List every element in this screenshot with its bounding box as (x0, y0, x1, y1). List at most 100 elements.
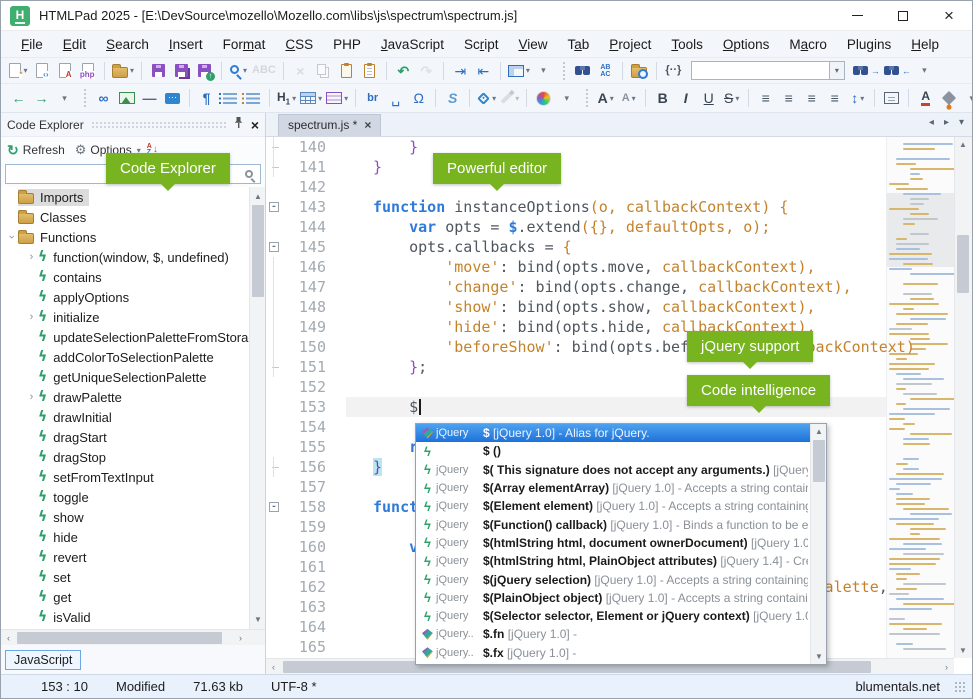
tree-item-toggle[interactable]: ϟtoggle (1, 487, 265, 507)
format-overflow-icon[interactable]: ▾ (960, 87, 973, 109)
find-next-icon[interactable]: → (851, 60, 882, 82)
chevron-down-icon[interactable]: › (6, 231, 18, 244)
language-badge[interactable]: JavaScript (5, 650, 81, 670)
undo-icon[interactable]: ↶ (392, 60, 415, 82)
insert-overflow-icon[interactable]: ▾ (555, 87, 578, 109)
autocomplete-item-11[interactable]: jQuery..$.fn [jQuery 1.0] - (416, 625, 810, 643)
dropdown-icon[interactable]: ▾ (130, 66, 134, 75)
scroll-right-icon[interactable]: › (233, 630, 248, 646)
search-combobox-icon[interactable]: ▾ (685, 60, 851, 82)
autocomplete-item-8[interactable]: ϟjQuery$(jQuery selection) [jQuery 1.0] … (416, 570, 810, 588)
autocomplete-item-7[interactable]: ϟjQuery$(htmlString html, PlainObject at… (416, 552, 810, 570)
fold-collapse-icon[interactable]: - (269, 502, 279, 512)
save-icon[interactable] (147, 60, 170, 82)
autocomplete-item-1[interactable]: ϟ$ () (416, 442, 810, 460)
align-center-icon[interactable]: ≡ (777, 87, 800, 109)
scroll-thumb[interactable] (813, 440, 825, 482)
insert-link-icon[interactable]: ∞ (92, 87, 115, 109)
menu-project[interactable]: Project (599, 34, 661, 55)
tree-item-drawpalette[interactable]: ›ϟdrawPalette (1, 387, 265, 407)
scroll-thumb[interactable] (252, 205, 264, 297)
menu-search[interactable]: Search (96, 34, 159, 55)
menu-format[interactable]: Format (213, 34, 276, 55)
tree-item-imports[interactable]: Imports (1, 187, 265, 207)
close-button[interactable]: × (926, 1, 972, 30)
color-picker-icon[interactable] (532, 87, 555, 109)
new-document-icon[interactable]: *▾ (7, 60, 30, 82)
insert-script-icon[interactable]: S (441, 87, 464, 109)
autocomplete-item-2[interactable]: ϟjQuery$( This signature does not accept… (416, 461, 810, 479)
minimap[interactable] (886, 137, 954, 658)
strikethrough-icon[interactable]: S▾ (720, 87, 743, 109)
tree-item-addcolortoselectionpalette[interactable]: ϟaddColorToSelectionPalette (1, 347, 265, 367)
navigate-forward-icon[interactable]: → (30, 87, 53, 109)
menu-php[interactable]: PHP (323, 34, 371, 55)
tree-item-updateselectionpalettefromstorag[interactable]: ϟupdateSelectionPaletteFromStorag (1, 327, 265, 347)
tree-item-set[interactable]: ϟset (1, 567, 265, 587)
tree-item-classes[interactable]: Classes (1, 207, 265, 227)
refresh-button[interactable]: ↻Refresh (7, 142, 65, 159)
toolbar-grip[interactable] (84, 89, 86, 107)
editor-vscrollbar[interactable]: ▲ ▼ (954, 137, 972, 658)
menu-macro[interactable]: Macro (779, 34, 837, 55)
dropdown-icon[interactable]: ▾ (344, 94, 348, 103)
tab-scroll-left-icon[interactable]: ◂ (929, 117, 934, 128)
font-color-icon[interactable]: A (914, 87, 937, 109)
find-dialog-icon[interactable] (571, 60, 594, 82)
insert-image-icon[interactable] (115, 87, 138, 109)
dropdown-icon[interactable]: ▾ (292, 94, 296, 103)
scroll-thumb[interactable] (957, 235, 969, 293)
tree-item-setfromtextinput[interactable]: ϟsetFromTextInput (1, 467, 265, 487)
insert-paragraph-icon[interactable]: ¶ (195, 87, 218, 109)
new-css-document-icon[interactable]: A (53, 60, 76, 82)
scroll-down-icon[interactable]: ▼ (811, 649, 827, 664)
insert-br-icon[interactable]: br (361, 87, 384, 109)
dropdown-icon[interactable]: ▾ (610, 94, 614, 103)
scroll-left-icon[interactable]: ‹ (266, 659, 281, 674)
tree-item-applyoptions[interactable]: ϟapplyOptions (1, 287, 265, 307)
panel-layout-icon[interactable]: ▾ (506, 60, 532, 82)
chevron-right-icon[interactable]: › (25, 391, 38, 403)
navigate-overflow-icon[interactable]: ▾ (53, 87, 76, 109)
bold-icon[interactable]: B (651, 87, 674, 109)
pin-icon[interactable] (233, 116, 244, 134)
italic-icon[interactable]: I (674, 87, 697, 109)
search-icon[interactable] (245, 170, 253, 178)
dropdown-icon[interactable]: ▾ (515, 94, 519, 103)
find-icon[interactable]: ▾ (227, 60, 250, 82)
tree-item-initialize[interactable]: ›ϟinitialize (1, 307, 265, 327)
chevron-right-icon[interactable]: › (25, 251, 38, 263)
search-overflow-icon[interactable]: ▾ (913, 60, 936, 82)
dropdown-icon[interactable]: ▾ (526, 66, 530, 75)
tree-item-function-window-undefined-[interactable]: ›ϟfunction(window, $, undefined) (1, 247, 265, 267)
tab-close-icon[interactable]: × (364, 119, 371, 131)
tree-item-show[interactable]: ϟshow (1, 507, 265, 527)
tree-item-getuniqueselectionpalette[interactable]: ϟgetUniqueSelectionPalette (1, 367, 265, 387)
dropdown-icon[interactable]: ▾ (243, 66, 247, 75)
chevron-right-icon[interactable]: › (25, 311, 38, 323)
menu-javascript[interactable]: JavaScript (371, 34, 454, 55)
tree-item-hide[interactable]: ϟhide (1, 527, 265, 547)
menu-script[interactable]: Script (454, 34, 509, 55)
insert-bullet-list-icon[interactable] (218, 87, 241, 109)
brand-link[interactable]: blumentals.net (855, 679, 940, 694)
align-justify-icon[interactable]: ≡ (823, 87, 846, 109)
align-right-icon[interactable]: ≡ (800, 87, 823, 109)
autocomplete-item-12[interactable]: jQuery..$.fx [jQuery 1.0] - (416, 644, 810, 662)
popup-scrollbar[interactable]: ▲ ▼ (810, 424, 826, 664)
replace-dialog-icon[interactable]: ABAC (594, 60, 617, 82)
tree-item-contains[interactable]: ϟcontains (1, 267, 265, 287)
dropdown-icon[interactable]: ▾ (735, 94, 739, 103)
insert-tag-icon[interactable]: ▾ (475, 87, 498, 109)
menu-file[interactable]: File (11, 34, 53, 55)
maximize-button[interactable] (880, 1, 926, 30)
resize-grip[interactable] (954, 681, 966, 693)
scroll-down-icon[interactable]: ▼ (250, 612, 265, 627)
tree-vscrollbar[interactable]: ▲▼ (249, 187, 265, 629)
autocomplete-item-4[interactable]: ϟjQuery$(Element element) [jQuery 1.0] -… (416, 497, 810, 515)
indent-icon[interactable]: ⇥ (449, 60, 472, 82)
open-file-icon[interactable]: ▾ (110, 60, 136, 82)
insert-numbered-list-icon[interactable] (241, 87, 264, 109)
tree-item-dragstop[interactable]: ϟdragStop (1, 447, 265, 467)
panel-drag-handle[interactable] (91, 121, 226, 129)
